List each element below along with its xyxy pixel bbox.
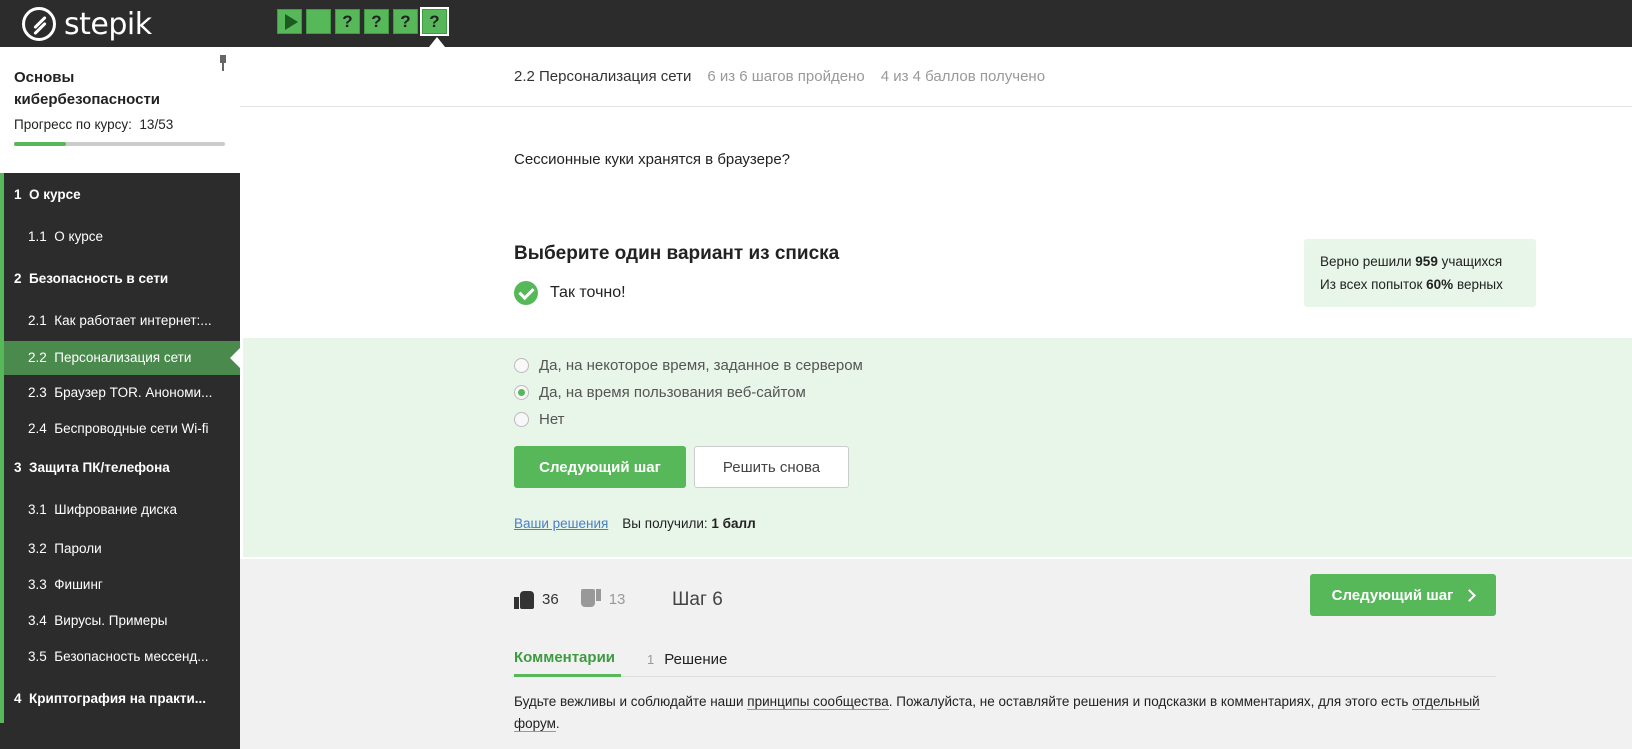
solve-stats: Верно решили 959 учащихся Из всех попыто…: [1304, 239, 1536, 307]
lesson-3-4[interactable]: 3.4 Вирусы. Примеры: [0, 603, 240, 639]
lesson-2-2-active[interactable]: 2.2 Персонализация сети: [0, 341, 240, 375]
stepik-logo[interactable]: stepik: [22, 5, 152, 43]
lesson-3-1[interactable]: 3.1 Шифрование диска: [0, 489, 240, 531]
step-footer: 36 13 Шаг 6 Следующий шаг Комментарии 1Р…: [240, 559, 1632, 749]
likes-count: 36: [542, 590, 559, 608]
progress-bar: [14, 142, 225, 146]
lesson-3-2[interactable]: 3.2 Пароли: [0, 531, 240, 567]
comments-notice: Будьте вежливы и соблюдайте наши принцип…: [514, 694, 1480, 732]
lesson-2-3[interactable]: 2.3 Браузер TOR. Анономи...: [0, 375, 240, 411]
steps-done: 6 из 6 шагов пройдено: [707, 68, 865, 85]
pin-icon[interactable]: [218, 55, 228, 71]
points-received: 4 из 4 баллов получено: [880, 68, 1046, 85]
logo-text: stepik: [64, 6, 152, 42]
task-title: Выберите один вариант из списка: [514, 243, 840, 264]
course-title[interactable]: Основы кибербезопасности: [14, 67, 204, 111]
step-6-quiz-current[interactable]: ?: [420, 7, 449, 36]
radio-button[interactable]: [514, 358, 529, 373]
radio-button[interactable]: [514, 412, 529, 427]
your-solutions-link[interactable]: Ваши решения: [514, 516, 608, 531]
next-step-button[interactable]: Следующий шаг: [514, 446, 686, 488]
section-1[interactable]: 1 О курсе: [0, 173, 240, 217]
next-step-button-footer[interactable]: Следующий шаг: [1310, 574, 1496, 616]
step-2-text[interactable]: [306, 9, 331, 34]
solved-count: 959: [1415, 254, 1438, 269]
answer-zone: Да, на некоторое время, заданное в серве…: [243, 338, 1632, 557]
result-text: Так точно!: [550, 284, 626, 301]
course-header: Основы кибербезопасности Прогресс по кур…: [0, 47, 240, 173]
option-2-selected[interactable]: Да, на время пользования веб-сайтом: [514, 379, 863, 406]
course-sidebar: Основы кибербезопасности Прогресс по кур…: [0, 47, 241, 749]
options-list: Да, на некоторое время, заданное в серве…: [514, 352, 863, 433]
step-5-quiz[interactable]: ?: [393, 9, 418, 34]
dislikes-count: 13: [608, 590, 626, 608]
radio-button-selected[interactable]: [514, 385, 529, 400]
section-2[interactable]: 2 Безопасность в сети: [0, 257, 240, 301]
lesson-2-4[interactable]: 2.4 Беспроводные сети Wi-fi: [0, 411, 240, 447]
score-value: 1 балл: [711, 516, 756, 531]
submission-info: Ваши решения Вы получили: 1 балл: [514, 516, 756, 531]
top-bar: stepik ? ? ? ?: [0, 0, 1632, 47]
table-of-contents: 1 О курсе 1.1 О курсе 2 Безопасность в с…: [0, 173, 240, 723]
step-navigation: ? ? ? ?: [277, 7, 449, 36]
option-3[interactable]: Нет: [514, 406, 863, 433]
tab-solutions[interactable]: 1 Решение: [647, 641, 727, 677]
lesson-name: 2.2 Персонализация сети: [514, 68, 692, 85]
question-text: Сессионные куки хранятся в браузере?: [514, 151, 790, 168]
lesson-3-3[interactable]: 3.3 Фишинг: [0, 567, 240, 603]
rating: 36 13: [514, 589, 625, 609]
section-3[interactable]: 3 Защита ПК/телефона: [0, 447, 240, 489]
result-message: Так точно!: [514, 281, 626, 305]
solve-again-button[interactable]: Решить снова: [694, 446, 849, 488]
option-1[interactable]: Да, на некоторое время, заданное в серве…: [514, 352, 863, 379]
thumbs-down-icon[interactable]: [580, 589, 601, 609]
lesson-2-1[interactable]: 2.1 Как работает интернет:...: [0, 301, 240, 341]
main-content: 2.2 Персонализация сети 6 из 6 шагов про…: [240, 47, 1632, 749]
thumbs-up-icon[interactable]: [514, 589, 534, 609]
step-3-quiz[interactable]: ?: [335, 9, 360, 34]
discussion-tabs: Комментарии 1 Решение: [514, 641, 1496, 677]
chevron-right-icon: [1463, 588, 1477, 602]
step-4-quiz[interactable]: ?: [364, 9, 389, 34]
success-rate: 60%: [1426, 277, 1454, 292]
community-rules-link[interactable]: принципы сообщества: [747, 694, 889, 710]
tab-comments[interactable]: Комментарии: [514, 641, 622, 677]
lesson-1-1[interactable]: 1.1 О курсе: [0, 217, 240, 257]
step-1-video[interactable]: [277, 9, 302, 34]
section-4[interactable]: 4 Криптография на практи...: [0, 675, 240, 723]
stepik-logo-icon: [22, 7, 56, 41]
lesson-header: 2.2 Персонализация сети 6 из 6 шагов про…: [240, 47, 1632, 107]
progress-fill: [14, 142, 66, 146]
play-icon: [284, 13, 298, 30]
current-step-pointer: [429, 37, 445, 47]
course-progress: Прогресс по курсу: 13/53: [14, 117, 174, 132]
lesson-3-5[interactable]: 3.5 Безопасность мессенд...: [0, 639, 240, 675]
check-circle-icon: [514, 281, 538, 305]
step-number: Шаг 6: [672, 589, 723, 610]
